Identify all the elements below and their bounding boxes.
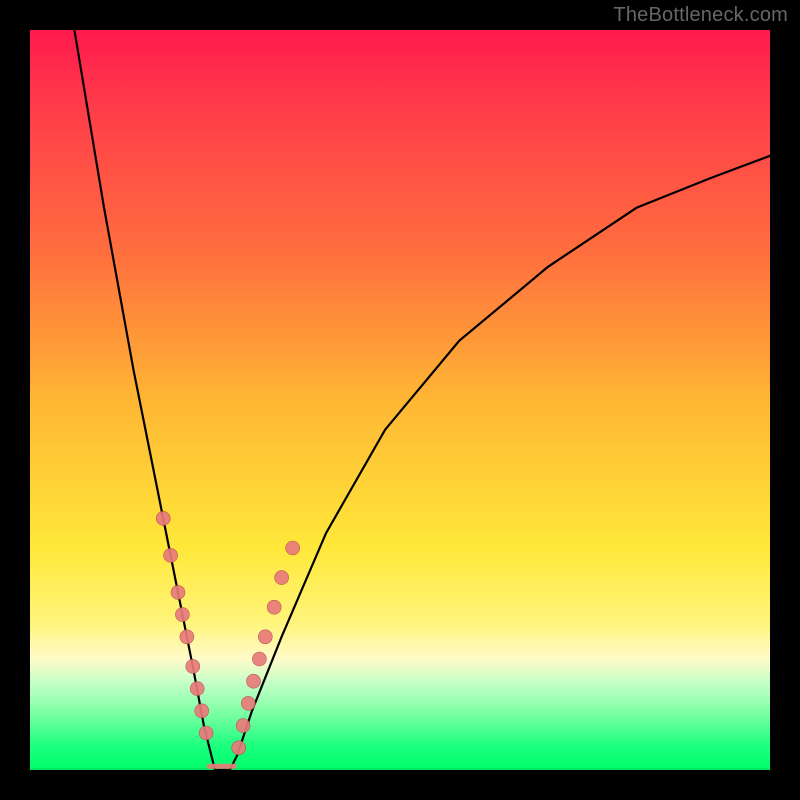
data-point <box>195 704 209 718</box>
data-point <box>175 608 189 622</box>
data-point <box>180 630 194 644</box>
data-point <box>199 726 213 740</box>
bottleneck-curve <box>74 30 770 770</box>
data-point <box>156 511 170 525</box>
data-point <box>190 682 204 696</box>
points-right <box>232 541 300 755</box>
watermark-text: TheBottleneck.com <box>613 4 788 27</box>
data-point <box>241 696 255 710</box>
data-point <box>164 548 178 562</box>
data-point <box>275 571 289 585</box>
data-point <box>286 541 300 555</box>
data-point <box>186 659 200 673</box>
plot-area <box>30 30 770 770</box>
data-point <box>252 652 266 666</box>
data-point <box>171 585 185 599</box>
data-point <box>258 630 272 644</box>
outer-frame: TheBottleneck.com <box>0 0 800 800</box>
data-point <box>247 674 261 688</box>
data-point <box>267 600 281 614</box>
data-point <box>236 719 250 733</box>
chart-svg <box>30 30 770 770</box>
data-point <box>232 741 246 755</box>
